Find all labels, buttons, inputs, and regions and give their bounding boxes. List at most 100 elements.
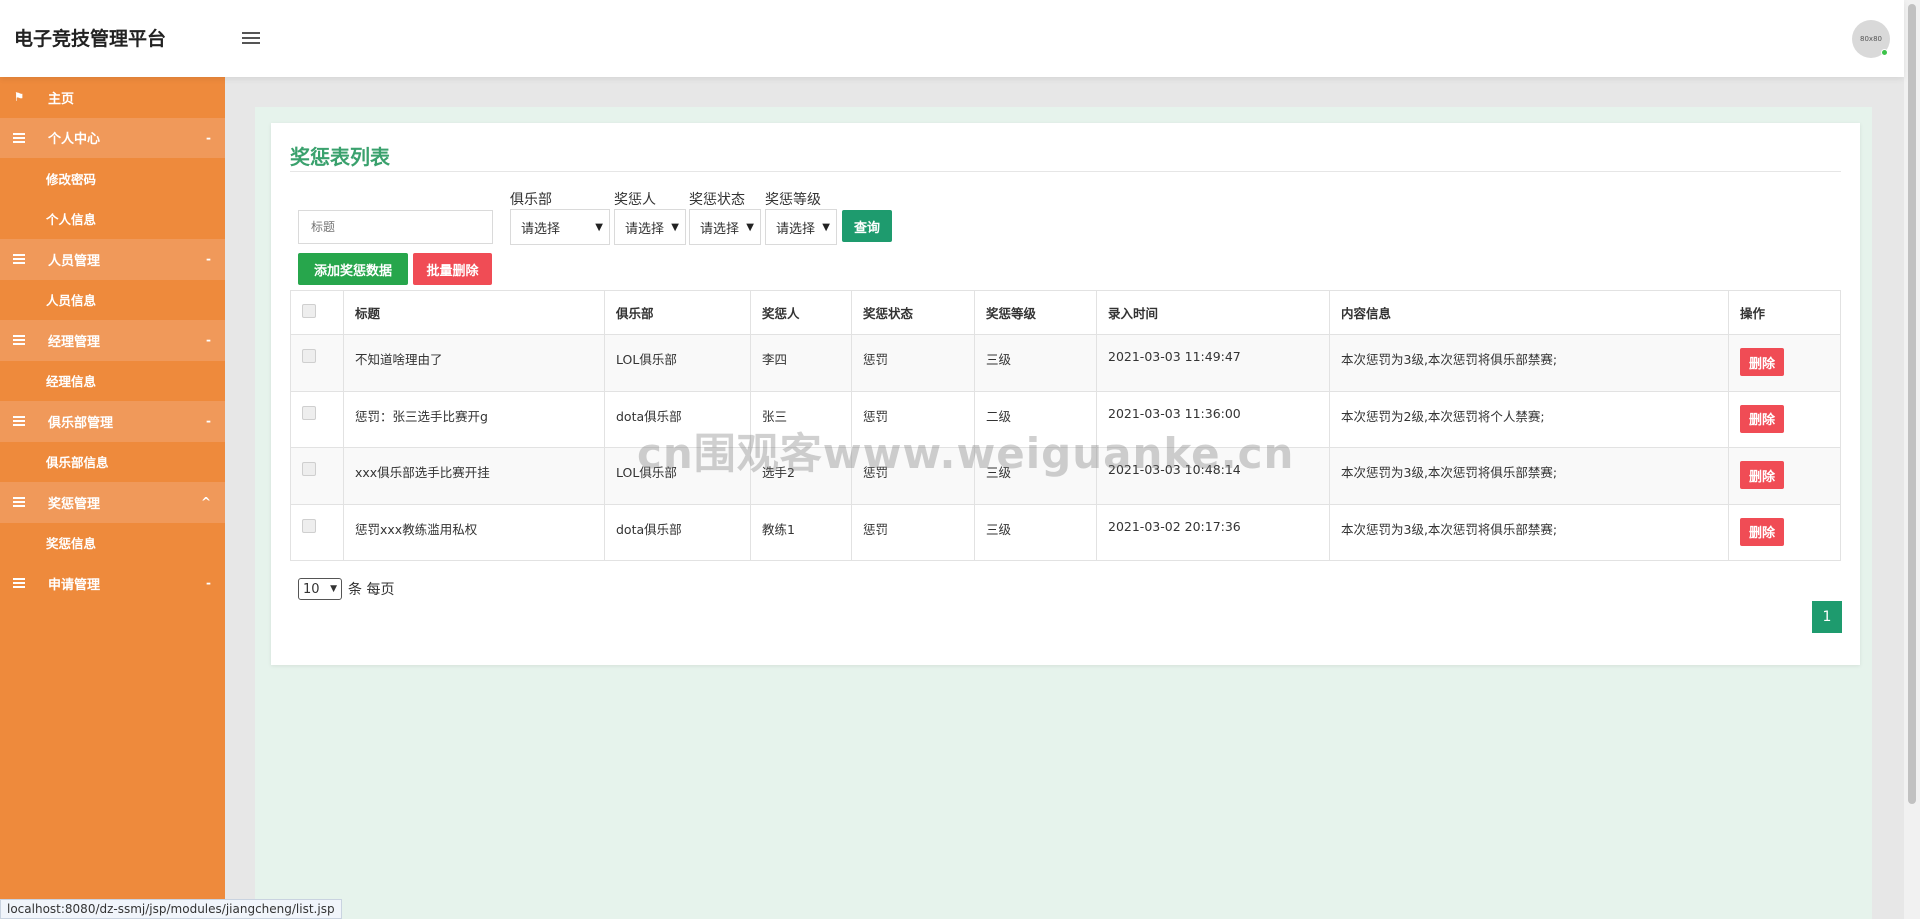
sidebar-item-home[interactable]: ⚑ 主页 [0, 77, 225, 118]
batch-delete-button[interactable]: 批量删除 [413, 253, 492, 285]
cell-club: dota俱乐部 [604, 503, 751, 561]
row-select-cell [290, 503, 344, 561]
browser-status-bar: localhost:8080/dz-ssmj/jsp/modules/jiang… [0, 899, 342, 919]
col-header-time[interactable]: 录入时间 [1096, 290, 1330, 335]
row-select-cell [290, 447, 344, 505]
sidebar-group-club[interactable]: 俱乐部管理 - [0, 401, 225, 442]
sidebar-item-change-password[interactable]: 修改密码 [0, 158, 225, 199]
cell-time: 2021-03-03 11:49:47 [1096, 334, 1330, 392]
sidebar-group-staff[interactable]: 人员管理 - [0, 239, 225, 280]
page-button-current[interactable]: 1 [1812, 601, 1842, 633]
status-filter-label: 奖惩状态 [689, 192, 745, 208]
col-header-club[interactable]: 俱乐部 [604, 290, 751, 335]
title-search-input[interactable] [298, 210, 493, 244]
cell-title: 惩罚：张三选手比赛开g [343, 390, 605, 448]
sidebar-item-manager-info[interactable]: 经理信息 [0, 361, 225, 402]
sidebar-group-label: 俱乐部管理 [48, 415, 114, 431]
online-status-dot [1881, 49, 1888, 56]
sidebar-group-label: 申请管理 [48, 577, 101, 593]
cell-content: 本次惩罚为3级,本次惩罚将俱乐部禁赛; [1329, 334, 1729, 392]
col-header-level[interactable]: 奖惩等级 [974, 290, 1097, 335]
cell-title: xxx俱乐部选手比赛开挂 [343, 447, 605, 505]
row-checkbox[interactable] [302, 349, 316, 363]
sidebar-item-personal-info[interactable]: 个人信息 [0, 199, 225, 240]
sidebar-item-label: 主页 [48, 91, 75, 107]
avatar-placeholder-text: 80x80 [1860, 35, 1882, 43]
brand-title: 电子竞技管理平台 [14, 28, 167, 50]
list-card: 奖惩表列表 俱乐部 请选择 ▼ 奖惩人 请选择 ▼ 奖惩状态 请选择 ▼ 奖惩等… [271, 123, 1860, 665]
collapse-caret-icon: - [206, 333, 211, 348]
list-icon [12, 253, 26, 265]
sidebar-item-reward-punish-info[interactable]: 奖惩信息 [0, 523, 225, 564]
cell-time: 2021-03-02 20:17:36 [1096, 503, 1330, 561]
cell-title: 不知道啥理由了 [343, 334, 605, 392]
collapse-caret-icon: - [206, 130, 211, 145]
table-row: 不知道啥理由了 LOL俱乐部 李四 惩罚 三级 2021-03-03 11:49… [290, 334, 1841, 392]
page-size-value: 10 [303, 581, 320, 597]
page-size-control: 10 ▼ 条 每页 [298, 578, 394, 600]
flag-icon: ⚑ [13, 90, 25, 105]
select-all-cell [290, 290, 344, 335]
cell-actions: 删除 [1728, 447, 1841, 505]
col-header-actions: 操作 [1728, 290, 1841, 335]
club-filter-select[interactable]: 请选择 ▼ [510, 209, 610, 245]
col-header-title[interactable]: 标题 [343, 290, 605, 335]
row-select-cell [290, 390, 344, 448]
sidebar-group-manager[interactable]: 经理管理 - [0, 320, 225, 361]
chevron-down-icon: ▼ [595, 221, 603, 233]
delete-button[interactable]: 删除 [1740, 517, 1784, 546]
table-header-row: 标题 俱乐部 奖惩人 奖惩状态 奖惩等级 录入时间 内容信息 操作 [290, 290, 1841, 335]
avatar[interactable]: 80x80 [1852, 20, 1890, 58]
scrollbar-thumb[interactable] [1908, 4, 1916, 804]
sidebar-group-personal[interactable]: 个人中心 - [0, 117, 225, 158]
select-value: 请选择 [625, 221, 665, 237]
row-checkbox[interactable] [302, 518, 316, 533]
level-filter-select[interactable]: 请选择 ▼ [765, 209, 837, 245]
expand-caret-icon: ^ [200, 495, 211, 510]
cell-status: 惩罚 [851, 334, 975, 392]
cell-actions: 删除 [1728, 334, 1841, 392]
list-icon [12, 132, 26, 144]
title-divider [290, 171, 1841, 172]
col-header-content[interactable]: 内容信息 [1329, 290, 1729, 335]
watermark: cn围观客www.weiguanke.cn [637, 429, 1295, 478]
add-record-button[interactable]: 添加奖惩数据 [298, 253, 408, 285]
page-scrollbar[interactable] [1904, 0, 1920, 919]
sidebar-group-reward-punish[interactable]: 奖惩管理 ^ [0, 482, 225, 523]
chevron-down-icon: ▼ [330, 584, 337, 594]
sidebar-group-label: 个人中心 [48, 132, 101, 148]
col-header-status[interactable]: 奖惩状态 [851, 290, 975, 335]
row-checkbox[interactable] [302, 462, 316, 476]
status-filter-select[interactable]: 请选择 ▼ [689, 209, 761, 245]
col-header-person[interactable]: 奖惩人 [750, 290, 852, 335]
club-filter-label: 俱乐部 [510, 192, 552, 208]
sidebar-group-label: 人员管理 [48, 253, 101, 269]
sidebar: ⚑ 主页 个人中心 - 修改密码 个人信息 人员管理 - 人员信息 经理管理 -… [0, 77, 225, 919]
collapse-caret-icon: - [206, 252, 211, 267]
cell-status: 惩罚 [851, 503, 975, 561]
sidebar-group-application[interactable]: 申请管理 - [0, 563, 225, 604]
delete-button[interactable]: 删除 [1740, 348, 1784, 376]
per-page-label: 条 每页 [348, 582, 395, 598]
page-size-select[interactable]: 10 ▼ [298, 578, 342, 600]
chevron-down-icon: ▼ [746, 221, 754, 233]
sidebar-item-club-info[interactable]: 俱乐部信息 [0, 442, 225, 483]
select-value: 请选择 [776, 221, 816, 237]
menu-toggle-icon[interactable] [242, 32, 260, 44]
cell-person: 李四 [750, 334, 852, 392]
delete-button[interactable]: 删除 [1740, 461, 1784, 489]
query-button[interactable]: 查询 [842, 210, 892, 242]
delete-button[interactable]: 删除 [1740, 404, 1784, 433]
chevron-down-icon: ▼ [671, 221, 679, 233]
cell-actions: 删除 [1728, 390, 1841, 448]
person-filter-select[interactable]: 请选择 ▼ [614, 209, 686, 245]
sidebar-item-staff-info[interactable]: 人员信息 [0, 280, 225, 321]
select-value: 请选择 [521, 221, 561, 237]
table-row: 惩罚xxx教练滥用私权 dota俱乐部 教练1 惩罚 三级 2021-03-02… [290, 503, 1841, 561]
select-all-checkbox[interactable] [302, 304, 316, 318]
row-checkbox[interactable] [302, 405, 316, 420]
main-content: 奖惩表列表 俱乐部 请选择 ▼ 奖惩人 请选择 ▼ 奖惩状态 请选择 ▼ 奖惩等… [255, 107, 1872, 919]
select-value: 请选择 [700, 221, 740, 237]
cell-title: 惩罚xxx教练滥用私权 [343, 503, 605, 561]
page-title: 奖惩表列表 [290, 145, 390, 169]
